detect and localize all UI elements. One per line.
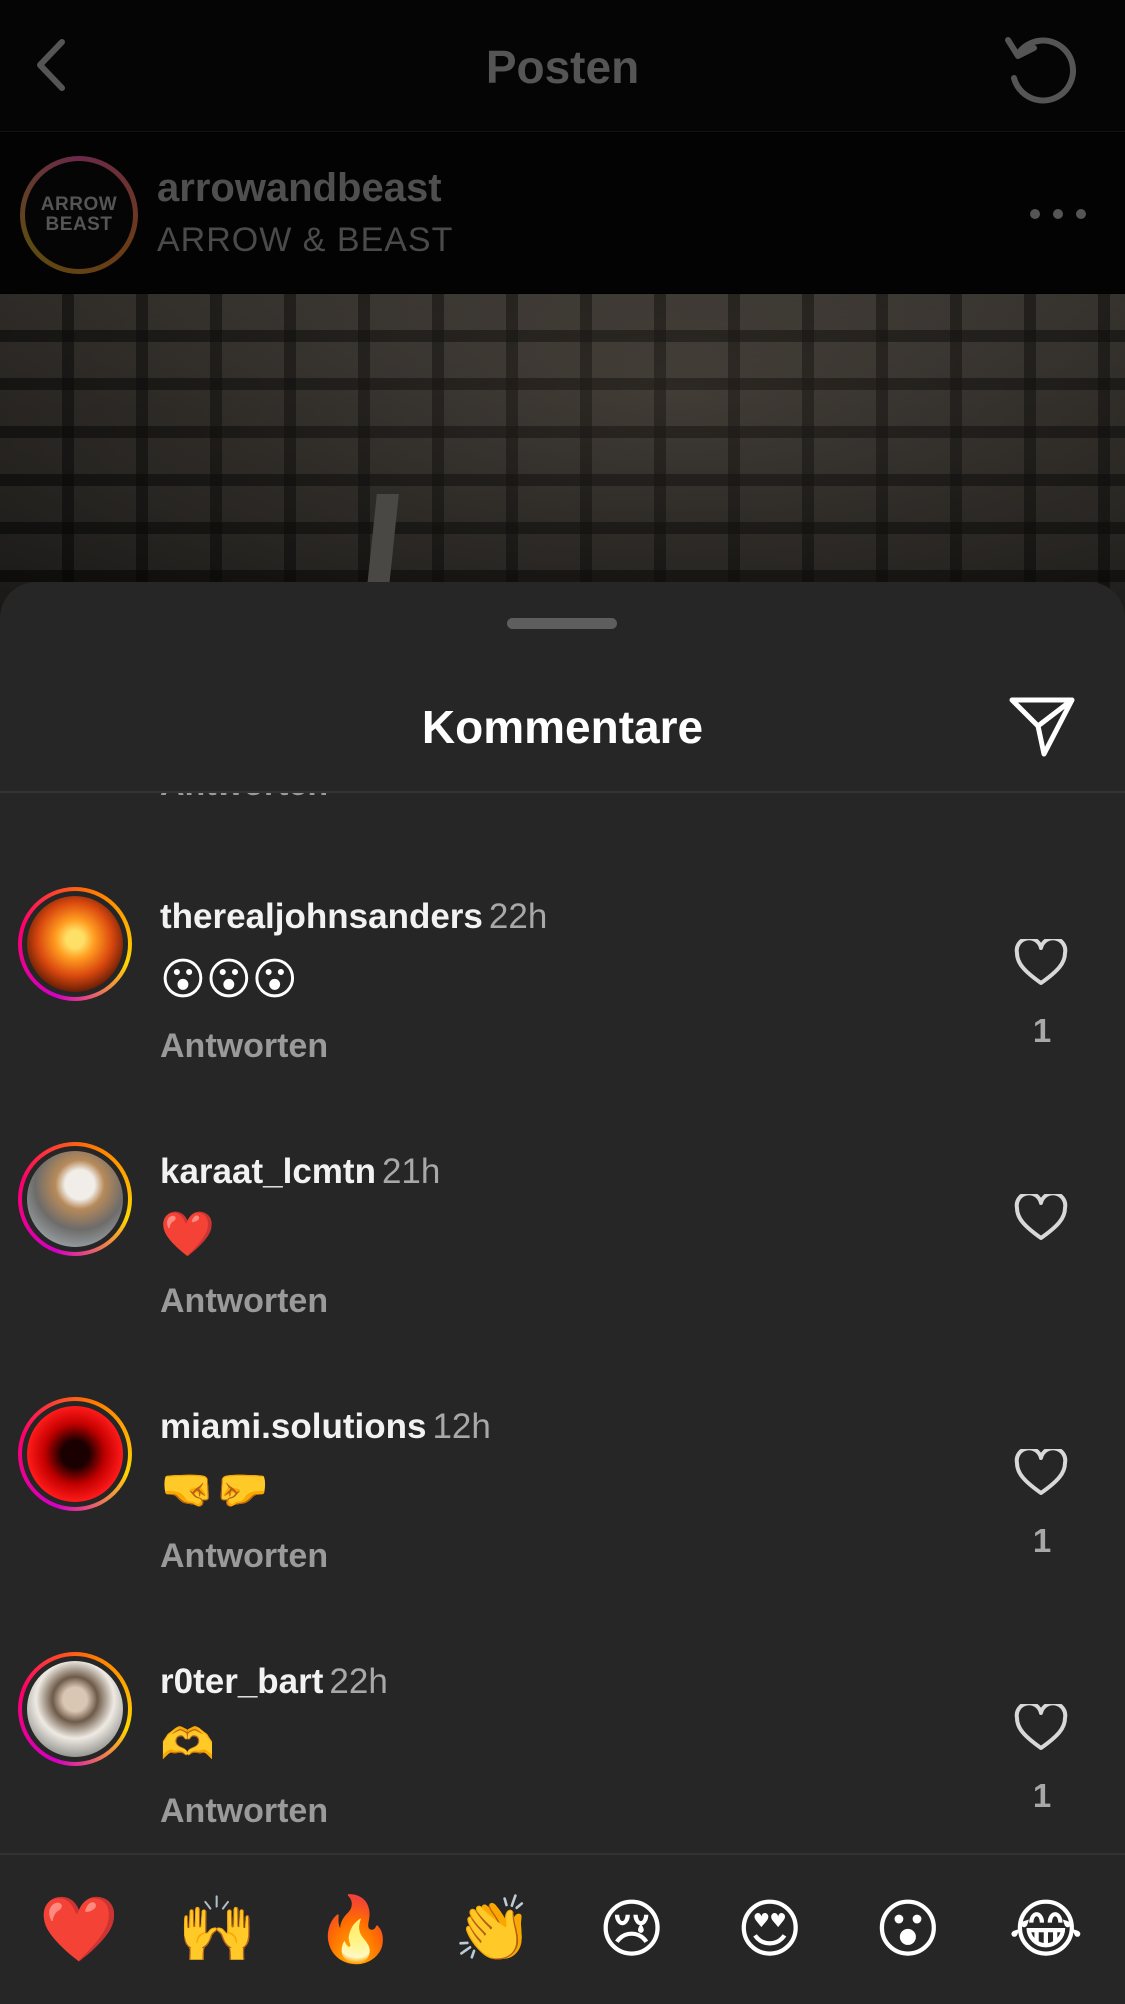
arrow-beast-logo: ARROW BEAST (25, 161, 133, 269)
fire-skeleton-avatar (22, 891, 128, 997)
emoji-fire-button[interactable]: 🔥 (300, 1895, 410, 1965)
sheet-drag-handle[interactable] (507, 618, 617, 629)
comment-item: r0ter_bart 22h 🫶 Antworten 1 (0, 1627, 1125, 1853)
comment-time: 22h (488, 897, 548, 936)
comment-username[interactable]: miami.solutions (160, 1407, 426, 1446)
comment-text: 🤜🤛 (160, 1464, 270, 1515)
like-count: 1 (1032, 1522, 1052, 1559)
reload-button[interactable] (1000, 30, 1084, 106)
post-author-fullname: ARROW & BEAST (157, 221, 454, 259)
emoji-crying-button[interactable]: 😢 (577, 1895, 687, 1965)
emoji-raised-hands-button[interactable]: 🙌 (162, 1895, 272, 1965)
comments-sheet: Kommentare Antworten therealjohnsanders2… (0, 582, 1125, 2004)
commenter-avatar[interactable] (18, 1397, 132, 1511)
emoji-heart-eyes-button[interactable]: 😍 (715, 1895, 825, 1965)
comment-item: karaat_lcmtn 21h ❤️ Antworten (0, 1117, 1125, 1367)
more-options-button[interactable] (1030, 200, 1086, 228)
reply-button[interactable]: Antworten (160, 793, 328, 804)
dog-avatar (22, 1146, 128, 1252)
reload-icon (1005, 37, 1077, 104)
heart-icon[interactable] (1014, 1194, 1068, 1242)
emoji-clapping-button[interactable]: 👏 (438, 1895, 548, 1965)
logo-line-1: ARROW (40, 194, 118, 215)
comment-username[interactable]: r0ter_bart (160, 1662, 323, 1701)
reply-button[interactable]: Antworten (160, 1537, 328, 1576)
comment-username[interactable]: karaat_lcmtn (160, 1152, 376, 1191)
commenter-avatar[interactable] (18, 1142, 132, 1256)
comment-time: 22h (329, 1662, 388, 1701)
top-bar: Posten (0, 0, 1125, 132)
sheet-title: Kommentare (421, 701, 704, 753)
like-count: 1 (1032, 1012, 1052, 1049)
comment-time: 12h (432, 1407, 491, 1446)
comments-list[interactable]: Antworten therealjohnsanders22h 😮😮😮 Antw… (0, 793, 1125, 1853)
emoji-laughing-button[interactable]: 😂 (991, 1895, 1101, 1965)
quick-emoji-bar: ❤️ 🙌 🔥 👏 😢 😍 😮 😂 (0, 1855, 1125, 2004)
page-title: Posten (485, 41, 640, 93)
share-button[interactable] (1006, 690, 1078, 762)
red-portrait-avatar (22, 1401, 128, 1507)
send-icon (1009, 697, 1075, 757)
more-horizontal-icon (1030, 209, 1040, 219)
reply-button[interactable]: Antworten (160, 1027, 328, 1066)
comment-text: ❤️ (160, 1209, 215, 1260)
commenter-avatar[interactable] (18, 1652, 132, 1766)
post-media-image[interactable] (0, 294, 1125, 624)
commenter-avatar[interactable] (18, 887, 132, 1001)
post-author-avatar[interactable]: ARROW BEAST (20, 156, 138, 274)
heart-icon[interactable] (1014, 939, 1068, 987)
emoji-heart-button[interactable]: ❤️ (24, 1895, 134, 1965)
comment-username[interactable]: therealjohnsanders (160, 897, 483, 936)
emoji-surprised-button[interactable]: 😮 (853, 1895, 963, 1965)
heart-icon[interactable] (1014, 1704, 1068, 1752)
reply-button[interactable]: Antworten (160, 1792, 328, 1831)
reply-button[interactable]: Antworten (160, 1282, 328, 1321)
comment-item: therealjohnsanders 22h 😮😮😮 Antworten 1 (0, 862, 1125, 1112)
man-portrait-avatar (22, 1656, 128, 1762)
logo-line-2: BEAST (45, 214, 113, 235)
comment-text: 😮😮😮 (160, 954, 298, 1005)
comment-item: miami.solutions 12h 🤜🤛 Antworten 1 (0, 1372, 1125, 1622)
comment-time: 21h (381, 1152, 441, 1191)
like-count: 1 (1032, 1777, 1052, 1814)
post-header: ARROW BEAST arrowandbeast ARROW & BEAST (0, 133, 1125, 293)
post-author-username[interactable]: arrowandbeast (157, 166, 442, 211)
comment-text: 🫶 (160, 1719, 215, 1770)
heart-icon[interactable] (1014, 1449, 1068, 1497)
